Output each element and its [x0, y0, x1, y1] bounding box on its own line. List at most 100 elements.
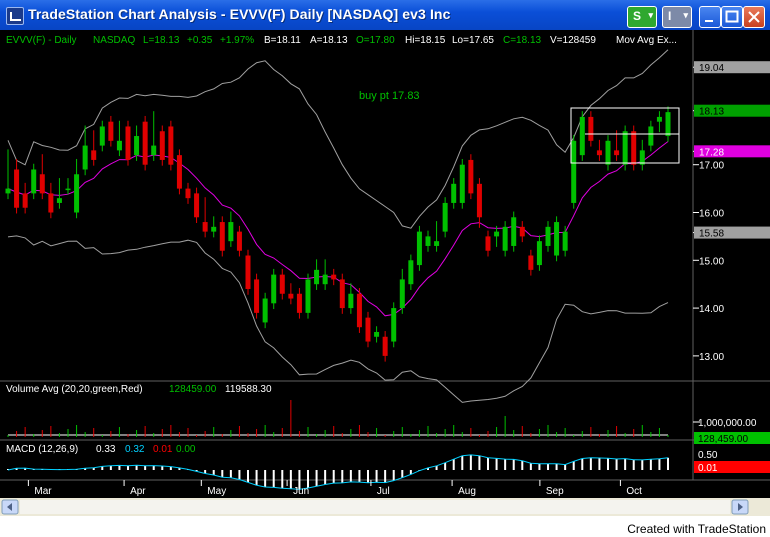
- macd-marker: 0.01: [698, 463, 718, 474]
- macd-bar: [144, 465, 147, 470]
- macd-bar: [564, 464, 567, 470]
- header-change-pct: +1.97%: [220, 35, 254, 46]
- minimize-icon: [705, 20, 713, 22]
- macd-bar: [161, 466, 164, 470]
- candle-body: [271, 274, 277, 304]
- macd-bar: [487, 457, 489, 470]
- strategy-button-label: S: [633, 9, 642, 23]
- candle-body: [579, 116, 585, 156]
- macd-axis-label: 0.50: [698, 450, 718, 461]
- month-label: Jun: [293, 486, 309, 497]
- candle-body: [5, 188, 11, 194]
- macd-bar: [444, 462, 447, 470]
- header-volume: V=128459: [550, 35, 596, 46]
- macd-bar: [332, 470, 335, 484]
- month-label: Mar: [34, 486, 52, 497]
- candle-body: [348, 293, 354, 309]
- maximize-icon: [725, 10, 739, 23]
- macd-bar: [324, 470, 327, 485]
- macd-bar: [367, 470, 369, 483]
- candle-body: [588, 116, 594, 141]
- candle-body: [562, 231, 568, 251]
- macd-bar: [264, 470, 267, 487]
- macd-bar: [461, 455, 464, 470]
- macd-bar: [272, 470, 275, 488]
- candle-body: [331, 274, 337, 280]
- candle-body: [322, 274, 328, 285]
- macd-value-4: 0.00: [176, 444, 196, 455]
- macd-bar: [281, 470, 284, 489]
- chart-area[interactable]: EVVV(F) - Daily NASDAQ L=18.13 +0.35 +1.…: [0, 30, 770, 498]
- candle-body: [99, 126, 105, 146]
- month-label: Jul: [377, 486, 390, 497]
- candle-body: [382, 336, 388, 356]
- volume-axis-label: 1,000,000.00: [698, 418, 757, 429]
- candle-body: [108, 121, 114, 141]
- macd-bar: [658, 458, 661, 470]
- macd-bar: [649, 459, 652, 470]
- macd-bar: [118, 465, 121, 470]
- candle-body: [502, 226, 508, 251]
- macd-bar: [607, 458, 609, 470]
- macd-bar: [349, 470, 352, 482]
- candle-body: [408, 260, 414, 285]
- macd-bar: [495, 458, 498, 470]
- price-tick-label: 13.00: [699, 352, 724, 363]
- candle-body: [605, 140, 611, 165]
- maximize-button[interactable]: [721, 6, 743, 28]
- candle-body: [254, 279, 260, 313]
- candle-body: [571, 140, 577, 203]
- minimize-button[interactable]: [699, 6, 721, 28]
- indicator-button[interactable]: I ▾: [662, 6, 692, 28]
- horizontal-scrollbar[interactable]: [0, 498, 770, 516]
- month-label: May: [207, 486, 226, 497]
- app-icon: [6, 7, 24, 25]
- strategy-button[interactable]: S ▾: [627, 6, 657, 28]
- candle-body: [494, 231, 500, 237]
- close-icon: [748, 11, 760, 23]
- header-close: C=18.13: [503, 35, 542, 46]
- candle-body: [391, 308, 397, 342]
- candle-body: [442, 202, 448, 232]
- macd-bar: [632, 459, 635, 470]
- macd-bar: [401, 470, 404, 478]
- candle-body: [125, 126, 131, 160]
- candle-body: [48, 193, 54, 213]
- candle-body: [365, 317, 371, 342]
- macd-bar: [229, 470, 232, 478]
- price-marker-label: 15.58: [699, 229, 724, 240]
- candle-body: [631, 131, 637, 165]
- macd-bar: [598, 458, 601, 470]
- candle-body: [434, 241, 440, 246]
- candle-body: [519, 226, 525, 237]
- candle-body: [374, 331, 380, 337]
- macd-bar: [469, 454, 472, 470]
- candle-body: [554, 222, 560, 256]
- candle-body: [91, 150, 97, 160]
- candle-body: [56, 198, 62, 203]
- candle-body: [245, 255, 251, 289]
- macd-bar: [589, 457, 592, 470]
- candle-body: [656, 116, 662, 122]
- volume-marker: 128,459.00: [698, 434, 748, 445]
- close-button[interactable]: [743, 6, 765, 28]
- header-study: Mov Avg Ex...: [616, 35, 677, 46]
- candle-body: [279, 274, 285, 294]
- header-exchange: NASDAQ: [93, 35, 135, 46]
- chart-canvas[interactable]: EVVV(F) - Daily NASDAQ L=18.13 +0.35 +1.…: [0, 30, 770, 498]
- candle-body: [528, 255, 534, 270]
- macd-bar: [315, 470, 318, 487]
- macd-bar: [521, 460, 524, 470]
- macd-bar: [547, 463, 549, 470]
- candle-body: [511, 217, 517, 246]
- scrollbar-graphic: [0, 498, 770, 516]
- candle-body: [356, 293, 362, 328]
- macd-bar: [375, 470, 378, 483]
- candle-body: [82, 145, 88, 170]
- candle-body: [31, 169, 37, 194]
- month-label: Sep: [546, 486, 564, 497]
- indicator-button-label: I: [668, 9, 672, 23]
- candle-body: [451, 183, 457, 203]
- month-label: Oct: [626, 486, 642, 497]
- volume-label: Volume Avg (20,20,green,Red): [6, 384, 143, 395]
